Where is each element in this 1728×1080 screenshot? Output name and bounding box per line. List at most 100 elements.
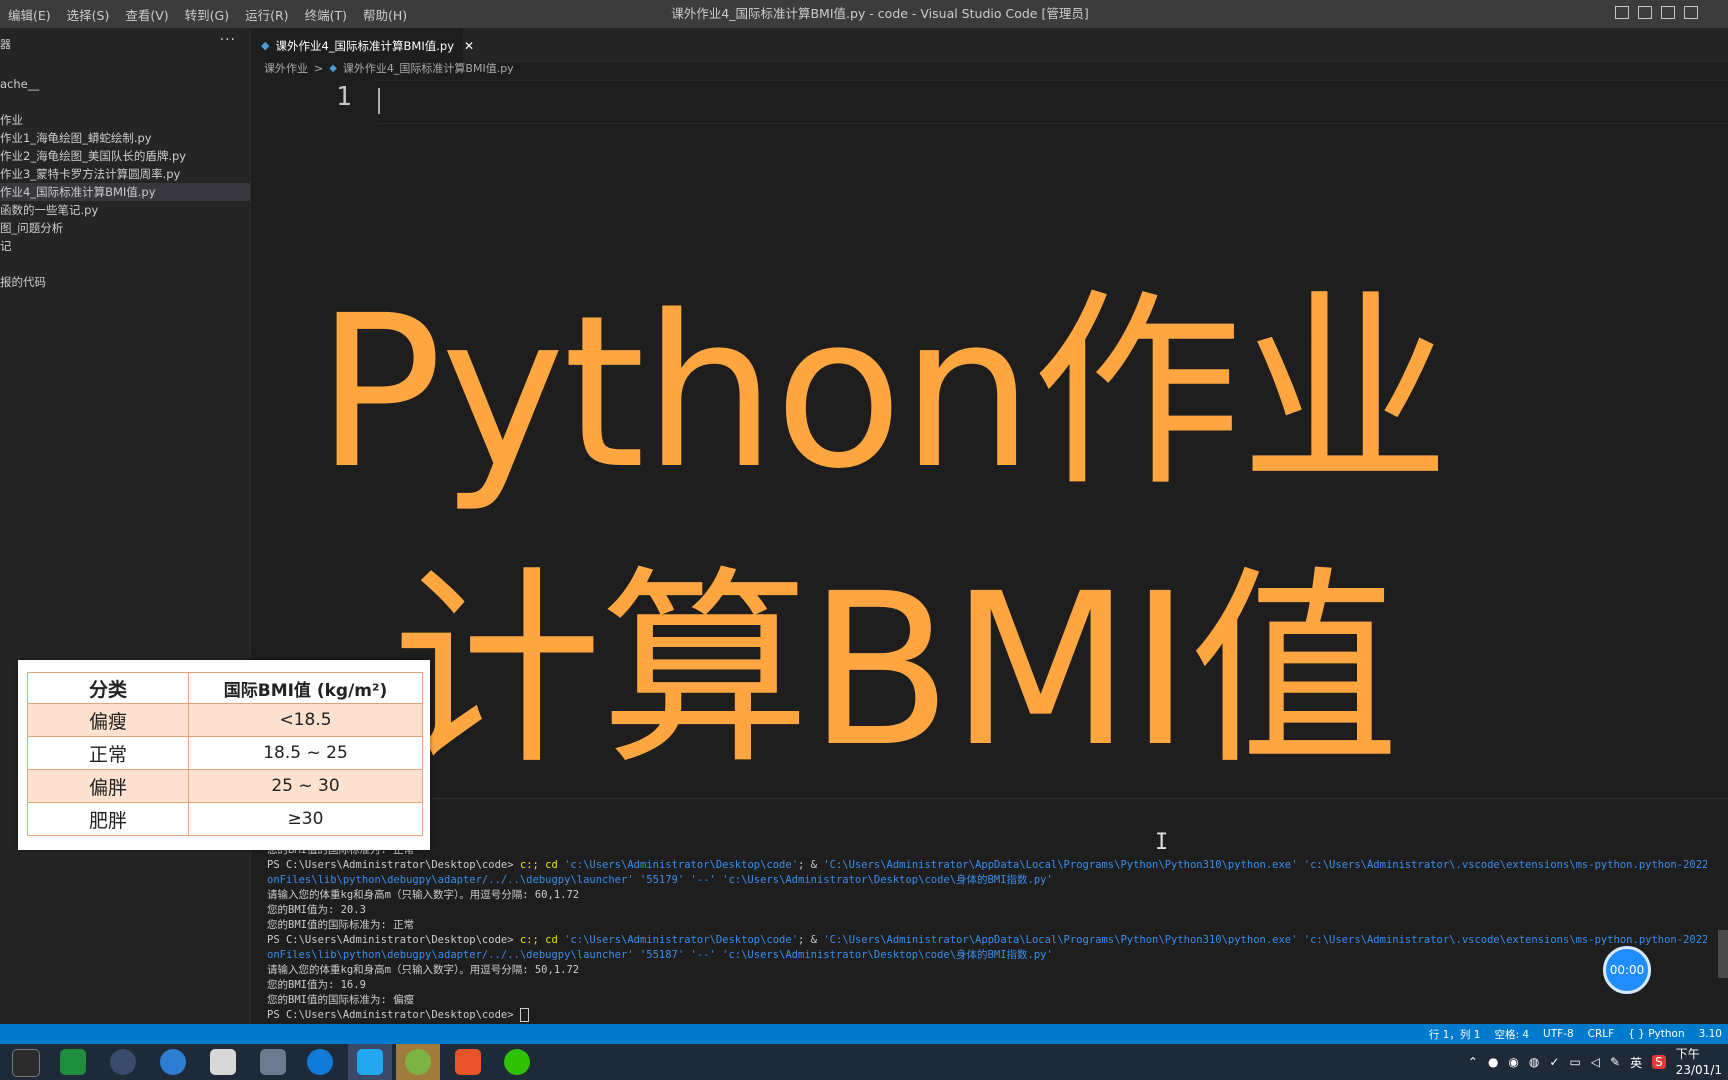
menu-view[interactable]: 查看(V)	[117, 5, 176, 24]
task-view-icon[interactable]	[12, 1049, 40, 1077]
menu-bar: 编辑(E) 选择(S) 查看(V) 转到(G) 运行(R) 终端(T) 帮助(H…	[0, 0, 415, 28]
terminal-line: PS C:\Users\Administrator\Desktop\code> …	[267, 859, 1707, 871]
terminal-scrollbar[interactable]	[1718, 930, 1728, 978]
bmi-table-header: 分类 国际BMI值 (kg/m²)	[27, 672, 423, 704]
python-file-icon: ◆	[329, 63, 337, 74]
ime-indicator[interactable]: 英	[1630, 1054, 1642, 1071]
terminal-line: 请输入您的体重kg和身高m（只输入数字）。用逗号分隔: 50,1.72	[267, 964, 580, 976]
terminal-output[interactable]: 您的BMI值的国际标准为: 正常 PS C:\Users\Administrat…	[267, 843, 1707, 1023]
status-eol[interactable]: CRLF	[1588, 1028, 1615, 1040]
bmi-header-category: 分类	[27, 672, 189, 704]
xmind-icon[interactable]	[455, 1049, 481, 1075]
tree-item-label: 作业1_海龟绘图_蟒蛇绘制.py	[0, 131, 152, 145]
tree-item-file-2[interactable]: 作业2_海龟绘图_美国队长的盾牌.py	[0, 147, 250, 165]
terminal-line: onFiles\lib\python\debugpy\adapter/../..…	[267, 949, 1053, 961]
explorer-sidebar: 器 ··· ache__ 作业 作业1_海龟绘图_蟒蛇绘制.py 作业2_海龟绘…	[0, 28, 251, 1024]
toggle-panel-icon[interactable]	[1638, 6, 1652, 19]
breadcrumb-folder[interactable]: 课外作业	[264, 60, 308, 78]
network-icon[interactable]: ▭	[1569, 1055, 1580, 1069]
layout-controls	[1615, 6, 1698, 19]
terminal-cursor	[519, 1008, 529, 1022]
status-language[interactable]: { } Python	[1628, 1028, 1684, 1040]
tree-item-pycache[interactable]: ache__	[0, 75, 250, 93]
status-cursor-position[interactable]: 行 1，列 1	[1429, 1027, 1481, 1042]
menu-run[interactable]: 运行(R)	[237, 5, 296, 24]
app-icon[interactable]	[260, 1049, 286, 1075]
tree-item-file-1[interactable]: 作业1_海龟绘图_蟒蛇绘制.py	[0, 129, 250, 147]
status-bar: 行 1，列 1 空格: 4 UTF-8 CRLF { } Python 3.10	[0, 1024, 1728, 1044]
bmi-category: 肥胖	[27, 802, 189, 836]
bmi-range: 18.5 ~ 25	[188, 736, 423, 770]
notepad-icon[interactable]	[210, 1049, 236, 1075]
menu-help[interactable]: 帮助(H)	[355, 5, 415, 24]
tree-item-notes[interactable]: 记	[0, 237, 250, 255]
table-row: 偏胖 25 ~ 30	[27, 769, 423, 803]
taskbar: ⌃ ● ◉ ◍ ✓ ▭ ◁ ✎ 英 S 下午 23/01/1	[0, 1044, 1728, 1080]
editor-tab-bar: ◆ 课外作业4_国际标准计算BMI值.py ✕	[251, 28, 1728, 63]
terminal-line: 请输入您的体重kg和身高m（只输入数字）。用逗号分隔: 60,1.72	[267, 889, 580, 901]
microphone-icon[interactable]: ●	[1488, 1055, 1498, 1069]
tree-item-label: 图_问题分析	[0, 221, 64, 235]
clock[interactable]: 下午 23/01/1	[1676, 1046, 1722, 1078]
tree-item-label: 作业4_国际标准计算BMI值.py	[0, 185, 156, 199]
vscode-icon[interactable]	[357, 1049, 383, 1075]
toggle-sidebar-icon[interactable]	[1615, 6, 1629, 19]
sogou-icon[interactable]: S	[1652, 1055, 1666, 1069]
app-tray-icon[interactable]: ◍	[1529, 1055, 1539, 1069]
check-icon[interactable]: ✓	[1549, 1055, 1559, 1069]
wechat-icon[interactable]	[504, 1049, 530, 1075]
app-icon[interactable]	[405, 1049, 431, 1075]
tree-item-label: 作业2_海龟绘图_美国队长的盾牌.py	[0, 149, 187, 163]
terminal-line: 您的BMI值的国际标准为: 正常	[267, 844, 415, 856]
pen-icon[interactable]: ✎	[1610, 1055, 1620, 1069]
bmi-category: 偏胖	[27, 769, 189, 803]
explorer-header: 器 ···	[0, 28, 250, 58]
editor-caret	[378, 88, 380, 114]
menu-selection[interactable]: 选择(S)	[59, 5, 118, 24]
tree-item-file-4[interactable]: 作业4_国际标准计算BMI值.py	[0, 183, 250, 201]
title-bar: 编辑(E) 选择(S) 查看(V) 转到(G) 运行(R) 终端(T) 帮助(H…	[0, 0, 1728, 28]
bmi-header-value: 国际BMI值 (kg/m²)	[188, 672, 423, 704]
tree-item-notes-py[interactable]: 函数的一些笔记.py	[0, 201, 250, 219]
tree-item-file-3[interactable]: 作业3_蒙特卡罗方法计算圆周率.py	[0, 165, 250, 183]
tab-label: 课外作业4_国际标准计算BMI值.py	[275, 38, 454, 53]
terminal-line: onFiles\lib\python\debugpy\adapter/../..…	[267, 874, 1053, 886]
tree-item-label: 作业3_蒙特卡罗方法计算圆周率.py	[0, 167, 181, 181]
wechat-tray-icon[interactable]: ◉	[1508, 1055, 1518, 1069]
chevron-up-icon[interactable]: ⌃	[1468, 1055, 1478, 1069]
menu-terminal[interactable]: 终端(T)	[297, 5, 355, 24]
status-python-version[interactable]: 3.10	[1699, 1028, 1722, 1040]
system-tray: ⌃ ● ◉ ◍ ✓ ▭ ◁ ✎ 英 S 下午 23/01/1	[1468, 1044, 1728, 1080]
terminal-line: 您的BMI值为: 20.3	[267, 904, 366, 916]
app-icon[interactable]	[160, 1049, 186, 1075]
terminal-line: 您的BMI值为: 16.9	[267, 979, 366, 991]
terminal-line: 您的BMI值的国际标准为: 正常	[267, 919, 415, 931]
volume-icon[interactable]: ◁	[1591, 1055, 1600, 1069]
status-indentation[interactable]: 空格: 4	[1494, 1027, 1529, 1042]
more-actions-icon[interactable]: ···	[220, 32, 236, 48]
bmi-table: 分类 国际BMI值 (kg/m²) 偏瘦 <18.5 正常 18.5 ~ 25 …	[27, 672, 423, 836]
status-encoding[interactable]: UTF-8	[1543, 1028, 1574, 1040]
close-tab-icon[interactable]: ✕	[464, 39, 474, 53]
menu-edit[interactable]: 编辑(E)	[0, 5, 59, 24]
tree-item-code[interactable]: 报的代码	[0, 273, 250, 291]
table-row: 肥胖 ≥30	[27, 802, 423, 836]
overlay-title-line1: Python作业	[316, 270, 1450, 515]
edge-icon[interactable]	[307, 1049, 333, 1075]
tree-item-analysis[interactable]: 图_问题分析	[0, 219, 250, 237]
terminal-line: PS C:\Users\Administrator\Desktop\code> …	[267, 934, 1707, 946]
menu-go[interactable]: 转到(G)	[177, 5, 237, 24]
status-language-label: Python	[1648, 1028, 1685, 1040]
breadcrumb-file[interactable]: 课外作业4_国际标准计算BMI值.py	[343, 60, 514, 78]
status-items: 行 1，列 1 空格: 4 UTF-8 CRLF { } Python 3.10	[1429, 1024, 1728, 1044]
app-icon[interactable]	[110, 1049, 136, 1075]
toggle-secondary-sidebar-icon[interactable]	[1661, 6, 1675, 19]
en-app-icon[interactable]	[60, 1049, 86, 1075]
recording-timer-button[interactable]: 00:00	[1603, 946, 1651, 994]
bmi-range: ≥30	[188, 802, 423, 836]
editor-tab[interactable]: ◆ 课外作业4_国际标准计算BMI值.py ✕	[251, 28, 474, 63]
breadcrumb-separator: >	[314, 62, 324, 75]
customize-layout-icon[interactable]	[1684, 6, 1698, 19]
tree-item-folder[interactable]: 作业	[0, 111, 250, 129]
line-number: 1	[336, 82, 352, 112]
